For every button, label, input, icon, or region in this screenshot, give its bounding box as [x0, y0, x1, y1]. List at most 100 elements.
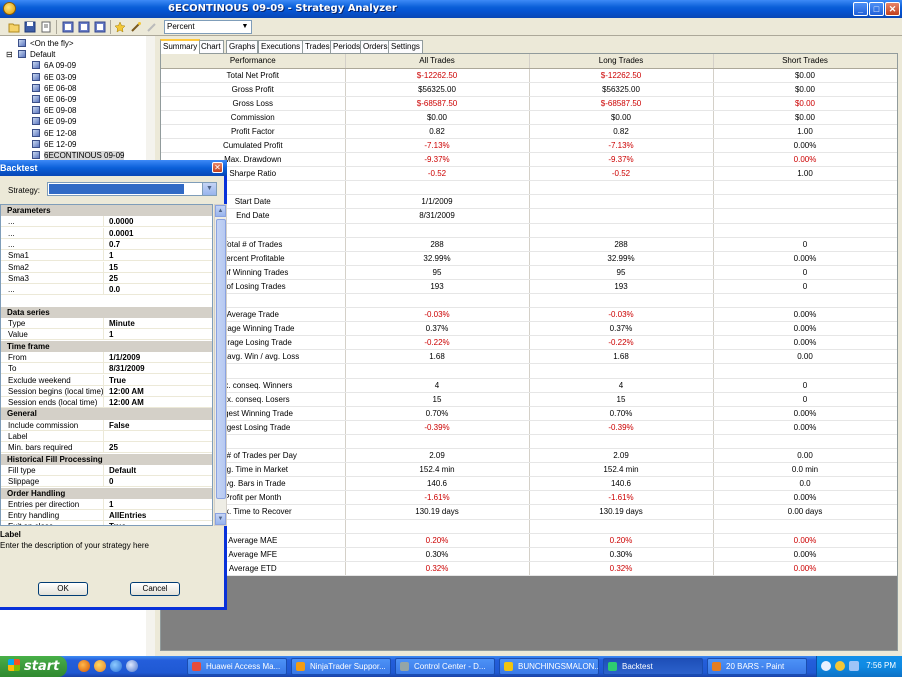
table-row[interactable]: [161, 293, 897, 309]
property-row[interactable]: Sma1 1: [1, 250, 212, 262]
strategy-icon-1[interactable]: [62, 21, 74, 33]
taskbar-task[interactable]: Huawei Access Ma...: [187, 658, 287, 675]
property-row[interactable]: Label: [1, 431, 212, 443]
header-short-trades[interactable]: Short Trades: [713, 54, 897, 69]
property-category[interactable]: Time frame: [1, 340, 212, 352]
tab-periods[interactable]: Periods: [330, 40, 364, 53]
property-category[interactable]: Order Handling: [1, 487, 212, 499]
display-mode-select[interactable]: Percent ▼: [164, 20, 252, 34]
table-row[interactable]: Percent Profitable 32.99% 32.99% 0.00%: [161, 251, 897, 266]
property-row[interactable]: Session begins (local time) 12:00 AM: [1, 385, 212, 397]
media-icon[interactable]: [126, 660, 138, 672]
table-row[interactable]: Max. conseq. Winners 4 4 0: [161, 378, 897, 393]
tray-window-icon[interactable]: [849, 661, 859, 671]
table-row[interactable]: Largest Winning Trade 0.70% 0.70% 0.00%: [161, 406, 897, 421]
property-row[interactable]: Session ends (local time) 12:00 AM: [1, 397, 212, 409]
taskbar-task[interactable]: 20 BARS - Paint: [707, 658, 807, 675]
save-icon[interactable]: [24, 21, 36, 33]
wand-icon[interactable]: [130, 21, 142, 33]
property-row[interactable]: Entries per direction 1: [1, 498, 212, 510]
strategy-select[interactable]: ▼: [47, 182, 217, 196]
chevron-down-icon[interactable]: ▼: [202, 183, 216, 195]
table-row[interactable]: Average MFE 0.30% 0.30% 0.00%: [161, 547, 897, 562]
table-row[interactable]: Ratio avg. Win / avg. Loss 1.68 1.68 0.00: [161, 349, 897, 365]
table-row[interactable]: Max. conseq. Losers 15 15 0: [161, 392, 897, 407]
property-row[interactable]: Type Minute: [1, 318, 212, 330]
property-row[interactable]: ... 0.0001: [1, 227, 212, 239]
table-row[interactable]: Total # of Trades 288 288 0: [161, 237, 897, 252]
tree-item[interactable]: 6E 06-09: [32, 94, 76, 105]
property-value[interactable]: Minute: [109, 318, 135, 329]
table-row[interactable]: Gross Loss $-68587.50 $-68587.50 $0.00: [161, 96, 897, 111]
marker-icon[interactable]: [146, 21, 158, 33]
dialog-close-icon[interactable]: ✕: [212, 162, 223, 173]
taskbar-task[interactable]: Backtest: [603, 658, 703, 675]
table-row[interactable]: Avg. Time in Market 152.4 min 152.4 min 0.0…: [161, 462, 897, 478]
minimize-button[interactable]: _: [853, 2, 868, 16]
property-value[interactable]: 1: [109, 250, 113, 261]
property-row[interactable]: ... 0.0000: [1, 216, 212, 228]
table-row[interactable]: Average Trade -0.03% -0.03% 0.00%: [161, 307, 897, 323]
property-value[interactable]: 0.0000: [109, 216, 133, 227]
property-value[interactable]: Default: [109, 465, 136, 476]
tree-item[interactable]: 6E 03-09: [32, 72, 76, 83]
tree-item[interactable]: <On the fly>: [18, 38, 74, 49]
scroll-thumb[interactable]: [216, 219, 226, 499]
tab-graphs[interactable]: Graphs: [226, 40, 259, 53]
property-category[interactable]: Parameters: [1, 205, 212, 217]
table-row[interactable]: Cumulated Profit -7.13% -7.13% 0.00%: [161, 138, 897, 154]
table-row[interactable]: [161, 519, 897, 534]
property-row[interactable]: ... 0.7: [1, 238, 212, 251]
table-row[interactable]: [161, 434, 897, 450]
close-button[interactable]: ✕: [885, 2, 900, 16]
messenger-icon[interactable]: [94, 660, 106, 672]
property-value[interactable]: 0.7: [109, 239, 120, 250]
strategy-icon-2[interactable]: [78, 21, 90, 33]
table-row[interactable]: Profit Factor 0.82 0.82 1.00: [161, 124, 897, 139]
scroll-up-icon[interactable]: ▲: [215, 205, 226, 217]
app-icon[interactable]: [3, 2, 16, 15]
property-row[interactable]: Value 1: [1, 329, 212, 341]
table-row[interactable]: Max. Time to Recover 130.19 days 130.19 da…: [161, 504, 897, 520]
property-value[interactable]: True: [109, 375, 126, 386]
cancel-button[interactable]: Cancel: [130, 582, 180, 596]
property-category[interactable]: Historical Fill Processing: [1, 453, 212, 465]
start-button[interactable]: start: [0, 656, 67, 677]
tree-item[interactable]: 6E 12-08: [32, 128, 76, 139]
open-folder-icon[interactable]: [8, 21, 20, 33]
property-value[interactable]: 1: [109, 329, 113, 340]
property-value[interactable]: AllEntries: [109, 510, 146, 521]
table-row[interactable]: Sharpe Ratio -0.52 -0.52 1.00: [161, 166, 897, 182]
property-value[interactable]: 1: [109, 499, 113, 510]
taskbar-task[interactable]: BUNCHINGSMALON...: [499, 658, 599, 675]
property-row[interactable]: Exclude weekend True: [1, 374, 212, 386]
network-icon[interactable]: [821, 661, 831, 671]
collapse-icon[interactable]: ⊟: [6, 49, 13, 60]
table-row[interactable]: # of Winning Trades 95 95 0: [161, 265, 897, 280]
property-row[interactable]: Include commission False: [1, 419, 212, 431]
table-row[interactable]: # of Losing Trades 193 193 0: [161, 279, 897, 295]
strategy-icon-3[interactable]: [94, 21, 106, 33]
property-value[interactable]: 8/31/2009: [109, 363, 145, 374]
property-value[interactable]: True: [109, 521, 126, 525]
property-row[interactable]: Fill type Default: [1, 464, 212, 477]
ok-button[interactable]: OK: [38, 582, 88, 596]
table-row[interactable]: Avg. Bars in Trade 140.6 140.6 0.0: [161, 476, 897, 492]
property-category[interactable]: Data series: [1, 306, 212, 318]
property-value[interactable]: 12:00 AM: [109, 386, 144, 397]
browser-icon[interactable]: [78, 660, 90, 672]
property-value[interactable]: 15: [109, 262, 118, 273]
property-value[interactable]: 25: [109, 442, 118, 453]
property-value[interactable]: 25: [109, 273, 118, 284]
property-value[interactable]: 1/1/2009: [109, 352, 140, 363]
property-value[interactable]: 0.0001: [109, 228, 133, 239]
property-row[interactable]: Sma2 15: [1, 261, 212, 273]
property-row[interactable]: Exit on close True: [1, 521, 212, 525]
tray-app-icon[interactable]: [835, 661, 845, 671]
property-row[interactable]: Slippage 0: [1, 476, 212, 488]
table-row[interactable]: [161, 363, 897, 379]
taskbar-task[interactable]: Control Center - D...: [395, 658, 495, 675]
header-performance[interactable]: Performance: [161, 54, 346, 69]
table-row[interactable]: Commission $0.00 $0.00 $0.00: [161, 110, 897, 125]
table-row[interactable]: Largest Losing Trade -0.39% -0.39% 0.00%: [161, 420, 897, 435]
